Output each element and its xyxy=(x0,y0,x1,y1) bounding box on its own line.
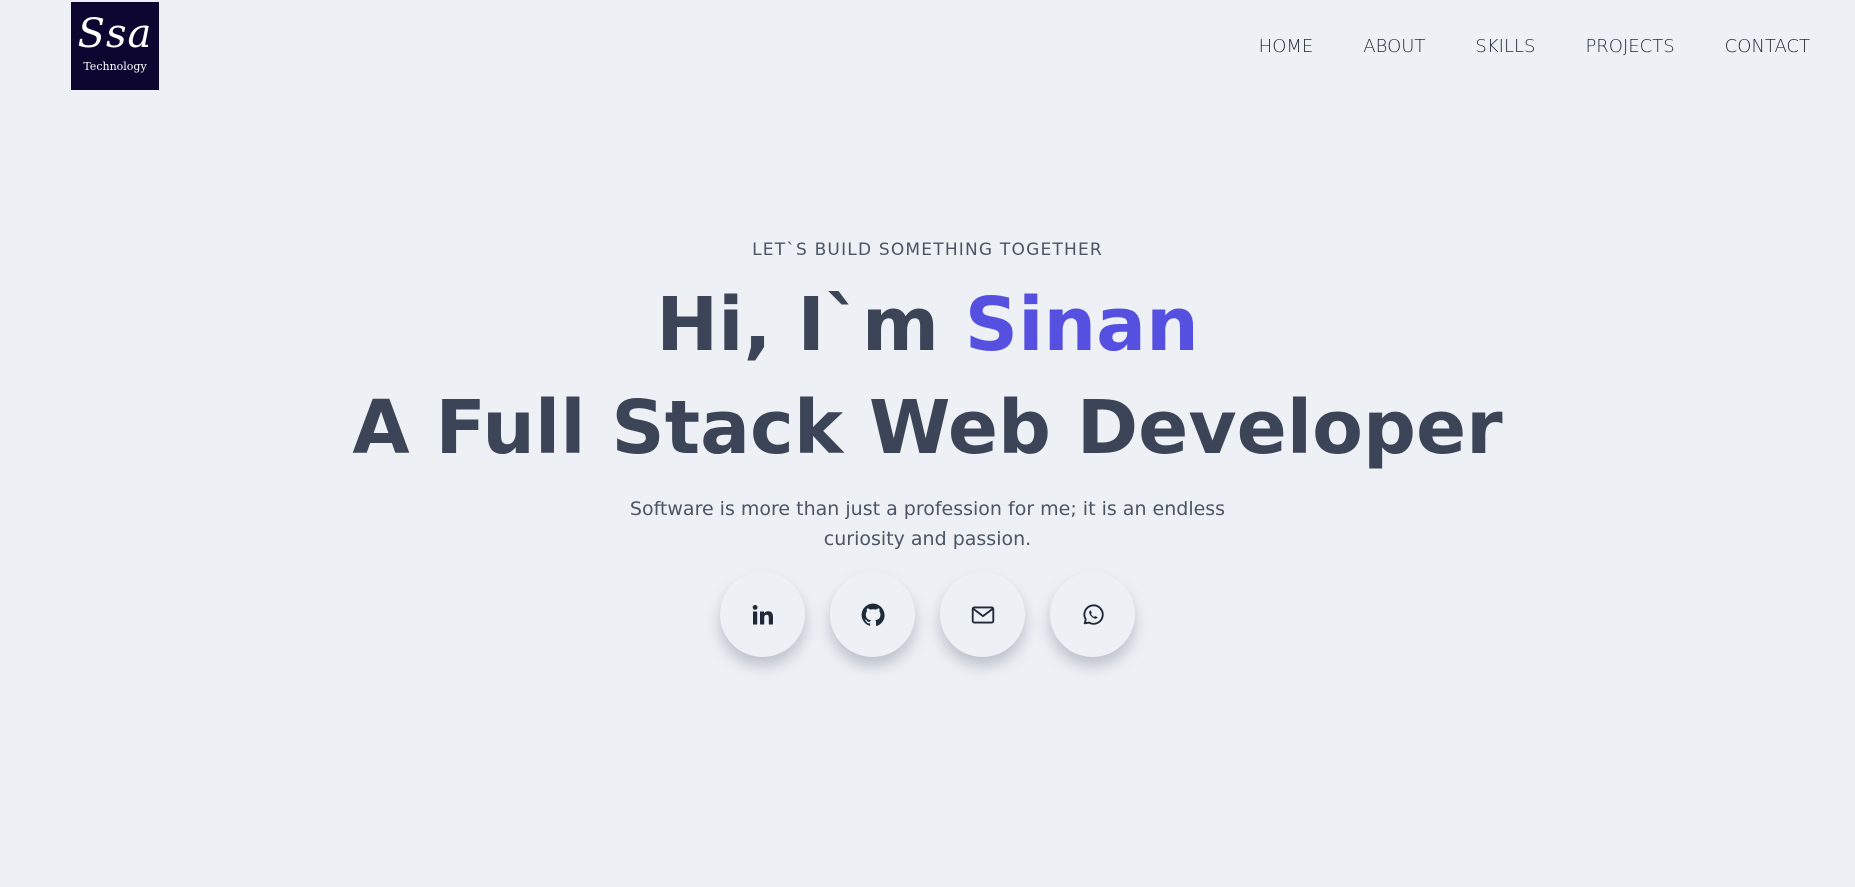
github-button[interactable] xyxy=(830,572,915,657)
nav-contact[interactable]: CONTACT xyxy=(1725,36,1810,57)
nav-skills[interactable]: SKILLS xyxy=(1475,36,1535,57)
whatsapp-button[interactable] xyxy=(1050,572,1135,657)
page: Ssa Technology HOME ABOUT SKILLS PROJECT… xyxy=(0,0,1855,887)
nav-home[interactable]: HOME xyxy=(1259,36,1314,57)
hero-greeting: Hi, I`m Sinan xyxy=(0,283,1855,367)
hero-role: A Full Stack Web Developer xyxy=(352,385,1503,471)
nav-projects[interactable]: PROJECTS xyxy=(1585,36,1674,57)
mail-icon xyxy=(970,602,996,628)
hero-name: Sinan xyxy=(964,282,1199,368)
nav-about[interactable]: ABOUT xyxy=(1363,36,1425,57)
hero-kicker: LET`S BUILD SOMETHING TOGETHER xyxy=(752,240,1103,260)
main-nav: HOME ABOUT SKILLS PROJECTS CONTACT xyxy=(1259,36,1810,57)
mail-button[interactable] xyxy=(940,572,1025,657)
hero-tagline: Software is more than just a profession … xyxy=(629,498,1226,550)
greeting-text: Hi, I`m xyxy=(656,282,965,368)
social-links xyxy=(0,572,1855,657)
github-icon xyxy=(860,602,886,628)
linkedin-button[interactable] xyxy=(720,572,805,657)
logo-mark: Ssa xyxy=(77,11,153,57)
whatsapp-icon xyxy=(1080,602,1106,628)
logo-subtitle: Technology xyxy=(83,60,147,73)
logo[interactable]: Ssa Technology xyxy=(71,2,159,90)
linkedin-icon xyxy=(751,603,775,627)
